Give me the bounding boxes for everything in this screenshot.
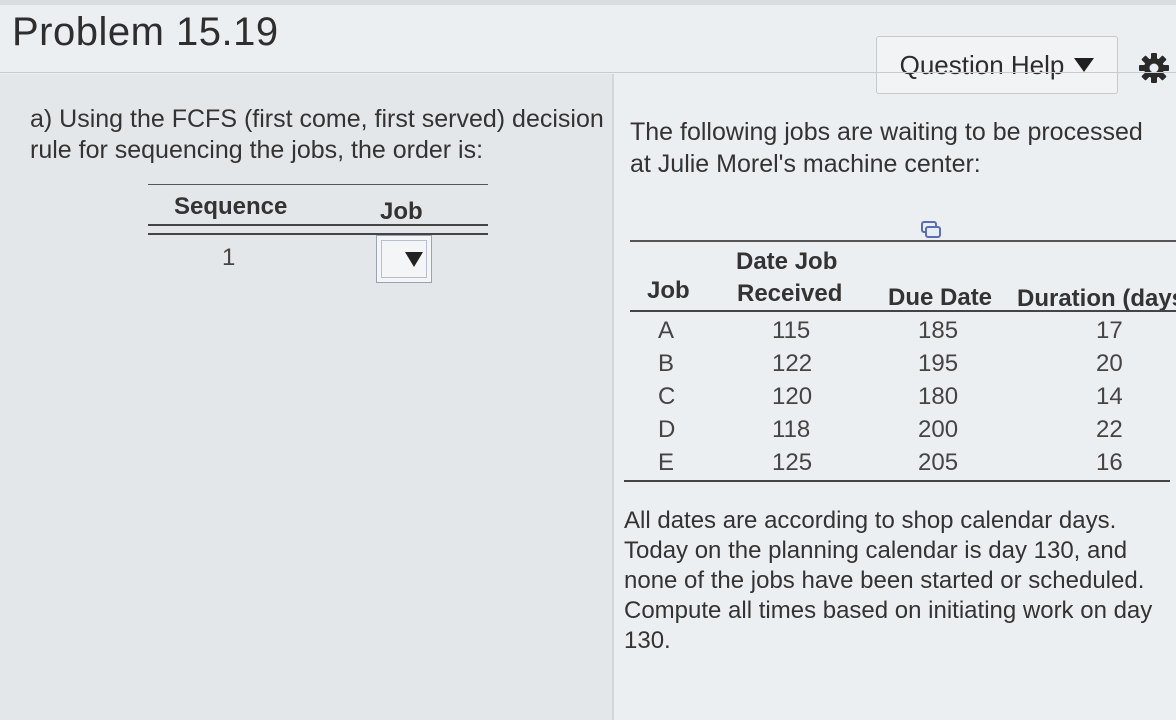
table-row: D 118 200 22 xyxy=(630,413,1176,446)
sequence-table-header-rule-2 xyxy=(148,233,488,235)
question-help-label: Question Help xyxy=(899,49,1065,80)
page-title: Problem 15.19 xyxy=(12,10,279,54)
received-cell: 120 xyxy=(772,383,813,410)
gear-icon[interactable] xyxy=(1138,52,1170,84)
jobs-table-top-rule xyxy=(630,240,1176,242)
top-border xyxy=(0,0,1176,5)
job-select-dropdown[interactable] xyxy=(376,235,432,283)
question-text: a) Using the FCFS (first come, first ser… xyxy=(30,105,604,164)
received-cell: 125 xyxy=(772,449,813,476)
sequence-number: 1 xyxy=(222,244,236,271)
jobs-col-received-header-line1: Date Job xyxy=(736,248,838,275)
due-cell: 185 xyxy=(918,317,959,344)
copy-icon[interactable] xyxy=(921,221,941,239)
job-cell: A xyxy=(658,317,675,344)
header-divider xyxy=(0,72,1176,73)
due-cell: 205 xyxy=(918,449,959,476)
duration-cell: 16 xyxy=(1096,449,1123,476)
jobs-table-body: A 115 185 17 B 122 195 20 C 120 180 14 D… xyxy=(630,314,1176,479)
received-cell: 115 xyxy=(772,317,811,344)
question-help-button[interactable]: Question Help xyxy=(876,36,1118,94)
dropdown-caret-icon xyxy=(405,252,423,267)
duration-cell: 14 xyxy=(1096,383,1123,410)
jobs-col-job-header: Job xyxy=(647,277,690,304)
jobs-col-due-header: Due Date xyxy=(888,284,993,311)
received-cell: 118 xyxy=(772,416,811,443)
instructions-note: All dates are according to shop calendar… xyxy=(624,507,1153,654)
table-row: C 120 180 14 xyxy=(630,380,1176,413)
duration-cell: 20 xyxy=(1096,350,1123,377)
job-cell: D xyxy=(658,416,676,443)
due-cell: 200 xyxy=(918,416,959,443)
question-panel xyxy=(0,74,612,720)
duration-cell: 17 xyxy=(1096,317,1123,344)
sequence-table-top-rule xyxy=(148,184,488,185)
jobs-intro-text: The following jobs are waiting to be pro… xyxy=(630,118,1143,178)
due-cell: 180 xyxy=(918,383,959,410)
sequence-column-header: Sequence xyxy=(174,193,288,220)
received-cell: 122 xyxy=(772,350,813,377)
jobs-col-received-header-line2: Received xyxy=(737,280,843,307)
caret-down-icon xyxy=(1074,58,1095,72)
job-column-header: Job xyxy=(380,198,423,225)
duration-cell: 22 xyxy=(1096,416,1123,443)
table-row: B 122 195 20 xyxy=(630,347,1176,380)
sequence-table-header-rule xyxy=(148,224,488,226)
jobs-table-bottom-rule xyxy=(624,480,1170,482)
job-cell: B xyxy=(658,350,675,377)
panel-divider xyxy=(612,74,614,720)
table-row: A 115 185 17 xyxy=(630,314,1176,347)
job-cell: C xyxy=(658,383,676,410)
jobs-table-header-rule xyxy=(630,310,1176,312)
table-row: E 125 205 16 xyxy=(630,446,1176,479)
job-cell: E xyxy=(658,449,675,476)
due-cell: 195 xyxy=(918,350,959,377)
